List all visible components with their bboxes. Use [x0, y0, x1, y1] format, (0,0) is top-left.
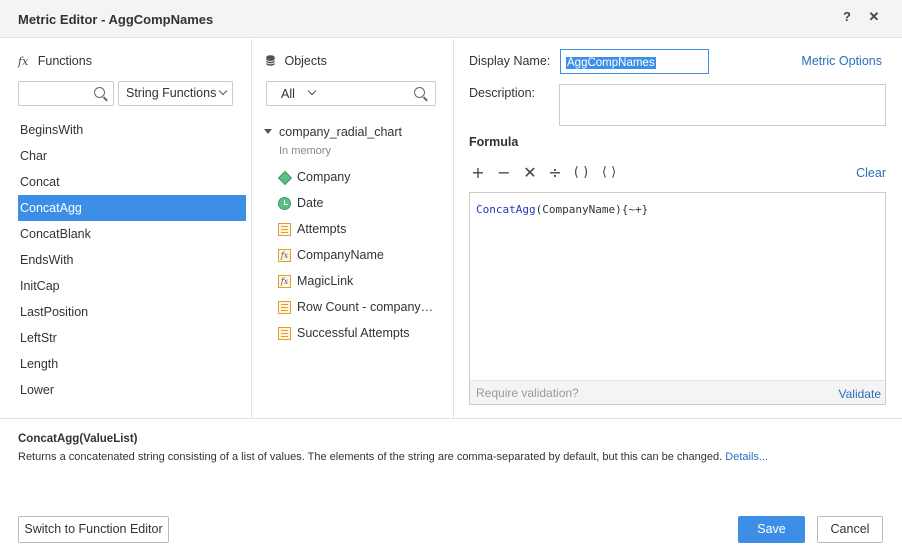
- multiply-operator-button[interactable]: ✕: [521, 163, 539, 183]
- clear-link[interactable]: Clear: [856, 166, 886, 180]
- function-item[interactable]: LeftStr: [18, 325, 246, 351]
- function-category-value: String Functions: [126, 86, 217, 100]
- measure-icon: [278, 301, 291, 314]
- object-item-label: MagicLink: [297, 274, 354, 288]
- function-item[interactable]: LastPosition: [18, 299, 246, 325]
- object-item-label: Company: [297, 170, 351, 184]
- function-item[interactable]: InitCap: [18, 273, 246, 299]
- search-icon[interactable]: [94, 87, 105, 98]
- function-signature: ConcatAgg(ValueList): [18, 433, 138, 445]
- function-search-input[interactable]: [19, 82, 89, 105]
- objects-header: Objects: [265, 54, 327, 68]
- caret-down-icon[interactable]: [264, 129, 272, 134]
- divider: [0, 418, 902, 419]
- functions-header-label: Functions: [37, 54, 92, 68]
- object-item-label: Row Count - company…: [297, 300, 434, 314]
- help-button[interactable]: ?: [840, 9, 854, 27]
- formula-editor[interactable]: ConcatAgg(CompanyName){~+} Require valid…: [469, 192, 886, 405]
- parentheses-button[interactable]: ( ): [570, 163, 592, 183]
- display-name-label: Display Name:: [469, 54, 551, 68]
- display-name-field[interactable]: AggCompNames: [560, 49, 709, 74]
- validate-link[interactable]: Validate: [839, 387, 881, 401]
- braces-button[interactable]: ⟨ ⟩: [598, 163, 620, 183]
- require-validation-text: Require validation?: [476, 386, 579, 400]
- function-item[interactable]: BeginsWith: [18, 117, 246, 143]
- metric-editor-panel: Display Name: AggCompNames Metric Option…: [454, 39, 902, 418]
- subtract-operator-button[interactable]: −: [495, 163, 513, 183]
- object-search-box[interactable]: All: [266, 81, 436, 106]
- display-name-value: AggCompNames: [566, 57, 656, 69]
- chevron-down-icon: [218, 86, 228, 96]
- object-item-label: Attempts: [297, 222, 347, 236]
- description-field[interactable]: [559, 84, 886, 126]
- function-description: Returns a concatenated string consisting…: [18, 451, 768, 463]
- object-item-label: Date: [297, 196, 324, 210]
- function-item[interactable]: ConcatBlank: [18, 221, 246, 247]
- fx-icon: fx: [18, 55, 29, 68]
- database-icon: [265, 55, 276, 66]
- function-item[interactable]: Concat: [18, 169, 246, 195]
- metric-options-link[interactable]: Metric Options: [801, 54, 882, 68]
- cancel-button[interactable]: Cancel: [817, 516, 883, 543]
- measure-icon: [278, 223, 291, 236]
- function-item[interactable]: Lower: [18, 377, 246, 403]
- details-link[interactable]: Details...: [725, 451, 768, 463]
- dataset-name: company_radial_chart: [279, 125, 402, 139]
- add-operator-button[interactable]: +: [469, 163, 487, 183]
- function-item[interactable]: Length: [18, 351, 246, 377]
- attribute-icon: [277, 170, 293, 186]
- functions-header: fx Functions: [18, 54, 92, 68]
- measure-icon: [278, 327, 291, 340]
- description-label: Description:: [469, 86, 535, 100]
- function-search-box[interactable]: [18, 81, 114, 106]
- function-category-select[interactable]: String Functions: [118, 81, 233, 106]
- functions-panel: fx Functions String Functions BeginsWith…: [0, 39, 252, 418]
- dataset-status: In memory: [279, 145, 331, 157]
- close-button[interactable]: ✕: [866, 9, 882, 27]
- formula-footer: Require validation? Validate: [470, 380, 885, 404]
- object-item-label: CompanyName: [297, 248, 384, 262]
- chevron-down-icon: [307, 86, 317, 96]
- formula-label: Formula: [469, 135, 519, 149]
- dialog-titlebar: Metric Editor - AggCompNames ? ✕: [0, 0, 902, 38]
- dialog-title: Metric Editor - AggCompNames: [18, 12, 214, 27]
- objects-header-label: Objects: [284, 54, 327, 68]
- divide-operator-button[interactable]: ÷: [546, 163, 564, 183]
- formula-arguments: (CompanyName){~+}: [535, 203, 649, 216]
- function-item[interactable]: Char: [18, 143, 246, 169]
- object-filter-select[interactable]: All: [281, 87, 295, 101]
- formula-function-name: ConcatAgg: [476, 203, 536, 216]
- search-icon[interactable]: [414, 87, 425, 98]
- object-item-label: Successful Attempts: [297, 326, 410, 340]
- dataset-node[interactable]: company_radial_chart: [264, 125, 402, 139]
- formula-text: ConcatAgg(CompanyName){~+}: [476, 203, 648, 216]
- save-button[interactable]: Save: [738, 516, 805, 543]
- objects-panel: Objects All company_radial_chart In memo…: [252, 39, 454, 418]
- function-description-text: Returns a concatenated string consisting…: [18, 451, 723, 463]
- function-item[interactable]: EndsWith: [18, 247, 246, 273]
- formula-icon: fx: [278, 275, 291, 288]
- date-attribute-icon: [278, 197, 291, 210]
- switch-to-function-editor-button[interactable]: Switch to Function Editor: [18, 516, 169, 543]
- function-item[interactable]: ConcatAgg: [18, 195, 246, 221]
- formula-icon: fx: [278, 249, 291, 262]
